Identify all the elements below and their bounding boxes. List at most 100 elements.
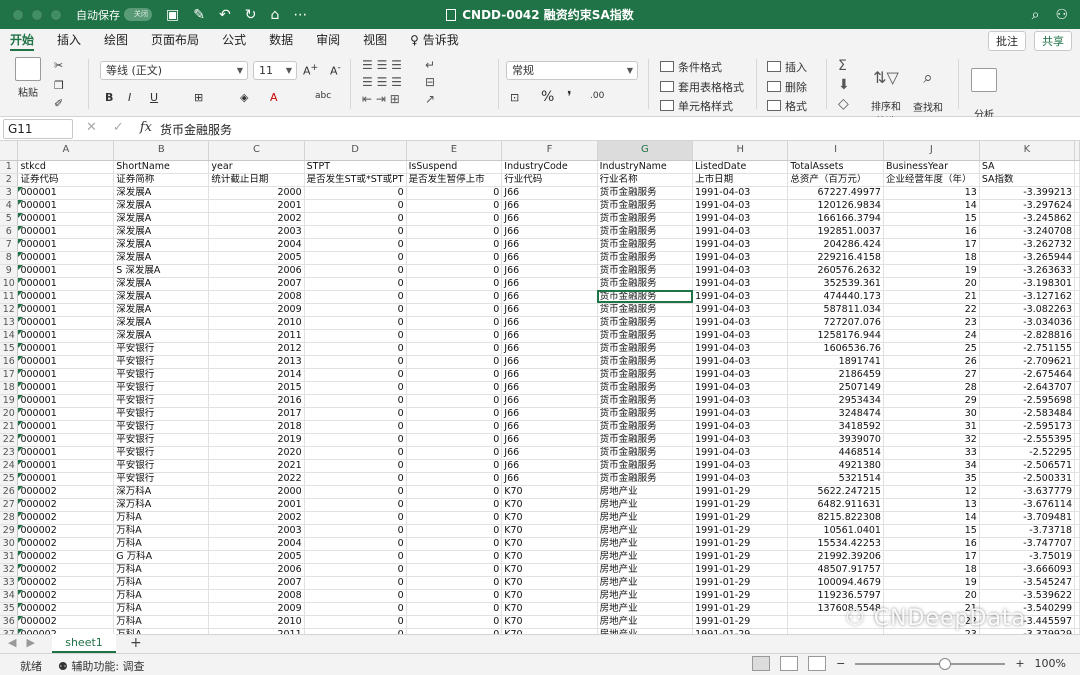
cell-k13[interactable]: -3.034036 [979,316,1076,330]
cell-k30[interactable]: -3.747707 [979,537,1076,551]
cell-a35[interactable]: 000002 [17,602,115,616]
row-header[interactable]: 34 [0,589,19,603]
cell-k25[interactable]: -2.500331 [979,472,1076,486]
minimize-window-button[interactable] [31,8,43,21]
cell-d30[interactable]: 0 [304,537,407,551]
row-header[interactable]: 32 [0,563,19,577]
cell-k11[interactable]: -3.127162 [979,290,1076,304]
cell-d20[interactable]: 0 [304,407,407,421]
cell-f28[interactable]: K70 [501,511,598,525]
cell-g28[interactable]: 房地产业 [597,511,694,525]
tab-home[interactable]: 开始 [10,29,35,51]
cell-j21[interactable]: 31 [883,420,980,434]
cell-e6[interactable]: 0 [406,225,503,239]
cell-i9[interactable]: 260576.2632 [787,264,884,278]
cell-a31[interactable]: 000002 [17,550,115,564]
cell-b1[interactable]: ShortName [113,160,210,174]
cell-b31[interactable]: G 万科A [113,550,210,564]
cell-f31[interactable]: K70 [501,550,598,564]
formula-input[interactable]: 货币金融服务 [160,121,232,138]
row-header[interactable]: 31 [0,550,19,564]
cell-h9[interactable]: 1991-04-03 [692,264,789,278]
cell-b33[interactable]: 万科A [113,576,210,590]
cell-c11[interactable]: 2008 [208,290,305,304]
cell-extra[interactable] [1074,355,1080,369]
cell-e12[interactable]: 0 [406,303,503,317]
font-size-select[interactable]: 11 ▼ [253,61,297,80]
cell-extra[interactable] [1074,615,1080,629]
cell-b30[interactable]: 万科A [113,537,210,551]
cell-j7[interactable]: 17 [883,238,980,252]
cell-e16[interactable]: 0 [406,355,503,369]
cell-f1[interactable]: IndustryCode [501,160,598,174]
cell-c27[interactable]: 2001 [208,498,305,512]
cell-c19[interactable]: 2016 [208,394,305,408]
table-format-button[interactable]: 套用表格格式 [660,79,744,95]
cell-h22[interactable]: 1991-04-03 [692,433,789,447]
cell-j26[interactable]: 12 [883,485,980,499]
cell-g31[interactable]: 房地产业 [597,550,694,564]
cell-j22[interactable]: 32 [883,433,980,447]
row-header[interactable]: 11 [0,290,19,304]
cell-extra[interactable] [1074,485,1080,499]
row-header[interactable]: 8 [0,251,19,265]
cell-c25[interactable]: 2022 [208,472,305,486]
column-header-d[interactable]: D [304,141,407,161]
cell-b9[interactable]: S 深发展A [113,264,210,278]
tab-tell-me[interactable]: ♀ 告诉我 [410,29,459,51]
cell-h11[interactable]: 1991-04-03 [692,290,789,304]
editing-icons[interactable]: Σ ⬇ ◇ [838,57,850,114]
search-icon[interactable]: ⌕ [1032,7,1040,23]
cell-e34[interactable]: 0 [406,589,503,603]
cell-e28[interactable]: 0 [406,511,503,525]
cell-e24[interactable]: 0 [406,459,503,473]
cell-k15[interactable]: -2.751155 [979,342,1076,356]
cell-c15[interactable]: 2012 [208,342,305,356]
cell-a6[interactable]: 000001 [17,225,115,239]
save-icon[interactable]: ▣ [166,7,179,23]
cell-g6[interactable]: 货币金融服务 [597,225,694,239]
cell-b25[interactable]: 平安银行 [113,472,210,486]
cell-c30[interactable]: 2004 [208,537,305,551]
cell-i23[interactable]: 4468514 [787,446,884,460]
font-color-icon[interactable]: A [270,91,278,104]
cell-d14[interactable]: 0 [304,329,407,343]
cell-k12[interactable]: -3.082263 [979,303,1076,317]
cell-h14[interactable]: 1991-04-03 [692,329,789,343]
redo-icon[interactable]: ↻ [245,7,257,23]
cell-b14[interactable]: 深发展A [113,329,210,343]
cell-j6[interactable]: 16 [883,225,980,239]
cell-i5[interactable]: 166166.3794 [787,212,884,226]
cell-c6[interactable]: 2003 [208,225,305,239]
cell-f25[interactable]: J66 [501,472,598,486]
cell-h21[interactable]: 1991-04-03 [692,420,789,434]
cell-i7[interactable]: 204286.424 [787,238,884,252]
zoom-slider-thumb[interactable] [939,657,952,670]
cell-g15[interactable]: 货币金融服务 [597,342,694,356]
cell-b4[interactable]: 深发展A [113,199,210,213]
cell-a32[interactable]: 000002 [17,563,115,577]
cell-k32[interactable]: -3.666093 [979,563,1076,577]
column-header-k[interactable]: K [979,141,1076,161]
cell-j30[interactable]: 16 [883,537,980,551]
cell-b13[interactable]: 深发展A [113,316,210,330]
cell-h5[interactable]: 1991-04-03 [692,212,789,226]
row-header[interactable]: 16 [0,355,19,369]
cell-extra[interactable] [1074,329,1080,343]
cell-f17[interactable]: J66 [501,368,598,382]
cell-a21[interactable]: 000001 [17,420,115,434]
cell-g8[interactable]: 货币金融服务 [597,251,694,265]
cell-a17[interactable]: 000001 [17,368,115,382]
cell-g1[interactable]: IndustryName [597,160,694,174]
cell-g17[interactable]: 货币金融服务 [597,368,694,382]
cell-g4[interactable]: 货币金融服务 [597,199,694,213]
cell-j8[interactable]: 18 [883,251,980,265]
cell-g7[interactable]: 货币金融服务 [597,238,694,252]
cell-d18[interactable]: 0 [304,381,407,395]
cell-e4[interactable]: 0 [406,199,503,213]
font-name-select[interactable]: 等线 (正文) ▼ [100,61,248,80]
cell-a24[interactable]: 000001 [17,459,115,473]
cell-e21[interactable]: 0 [406,420,503,434]
cell-k1[interactable]: SA [979,160,1076,174]
cell-i20[interactable]: 3248474 [787,407,884,421]
